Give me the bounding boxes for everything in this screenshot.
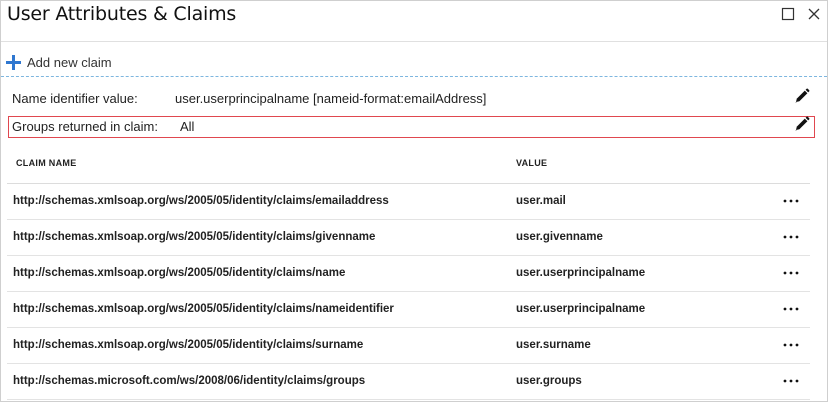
claim-name-cell: http://schemas.xmlsoap.org/ws/2005/05/id… <box>13 195 389 207</box>
ellipsis-icon[interactable] <box>782 197 800 205</box>
close-icon <box>808 8 820 20</box>
table-row[interactable]: http://schemas.xmlsoap.org/ws/2005/05/id… <box>7 256 810 292</box>
add-new-claim-label: Add new claim <box>27 54 112 70</box>
pencil-icon <box>795 88 810 103</box>
table-row[interactable]: http://schemas.xmlsoap.org/ws/2005/05/id… <box>7 220 810 256</box>
claim-name-cell: http://schemas.xmlsoap.org/ws/2005/05/id… <box>13 231 376 243</box>
claims-table: http://schemas.xmlsoap.org/ws/2005/05/id… <box>7 184 810 400</box>
title-bar: User Attributes & Claims <box>1 1 827 42</box>
groups-claim-row: Groups returned in claim: All <box>8 116 815 138</box>
claim-name-column-header[interactable]: CLAIM NAME <box>16 158 77 168</box>
groups-claim-value: All <box>180 119 195 134</box>
claim-name-cell: http://schemas.xmlsoap.org/ws/2005/05/id… <box>13 303 394 315</box>
ellipsis-icon[interactable] <box>782 269 800 277</box>
table-row[interactable]: http://schemas.microsoft.com/ws/2008/06/… <box>7 364 810 400</box>
value-column-header[interactable]: VALUE <box>516 158 547 168</box>
edit-groups-claim-button[interactable] <box>793 115 811 133</box>
table-row[interactable]: http://schemas.xmlsoap.org/ws/2005/05/id… <box>7 292 810 328</box>
ellipsis-icon[interactable] <box>782 233 800 241</box>
claim-name-cell: http://schemas.xmlsoap.org/ws/2005/05/id… <box>13 339 364 351</box>
table-row[interactable]: http://schemas.xmlsoap.org/ws/2005/05/id… <box>7 184 810 220</box>
maximize-icon <box>781 7 795 21</box>
command-bar: Add new claim <box>1 42 827 77</box>
maximize-button[interactable] <box>781 7 797 23</box>
claim-value-cell: user.userprincipalname <box>516 267 646 279</box>
ellipsis-icon[interactable] <box>782 305 800 313</box>
name-identifier-label: Name identifier value: <box>12 91 138 106</box>
plus-icon <box>6 54 21 70</box>
page-title: User Attributes & Claims <box>7 3 237 25</box>
claim-name-cell: http://schemas.xmlsoap.org/ws/2005/05/id… <box>13 267 346 279</box>
close-button[interactable] <box>807 7 823 23</box>
claim-value-cell: user.givenname <box>516 231 603 243</box>
claim-name-cell: http://schemas.microsoft.com/ws/2008/06/… <box>13 375 366 387</box>
pencil-icon <box>795 116 810 131</box>
edit-name-identifier-button[interactable] <box>793 87 811 105</box>
claim-value-cell: user.surname <box>516 339 591 351</box>
ellipsis-icon[interactable] <box>782 377 800 385</box>
table-row[interactable]: http://schemas.xmlsoap.org/ws/2005/05/id… <box>7 328 810 364</box>
claims-panel: User Attributes & Claims Add new claim N… <box>0 0 828 402</box>
claim-value-cell: user.mail <box>516 195 566 207</box>
name-identifier-value: user.userprincipalname [nameid-format:em… <box>175 91 487 106</box>
claim-value-cell: user.userprincipalname <box>516 303 646 315</box>
add-new-claim-button[interactable]: Add new claim <box>6 52 112 72</box>
claim-value-cell: user.groups <box>516 375 582 387</box>
groups-claim-label: Groups returned in claim: <box>12 119 158 134</box>
ellipsis-icon[interactable] <box>782 341 800 349</box>
